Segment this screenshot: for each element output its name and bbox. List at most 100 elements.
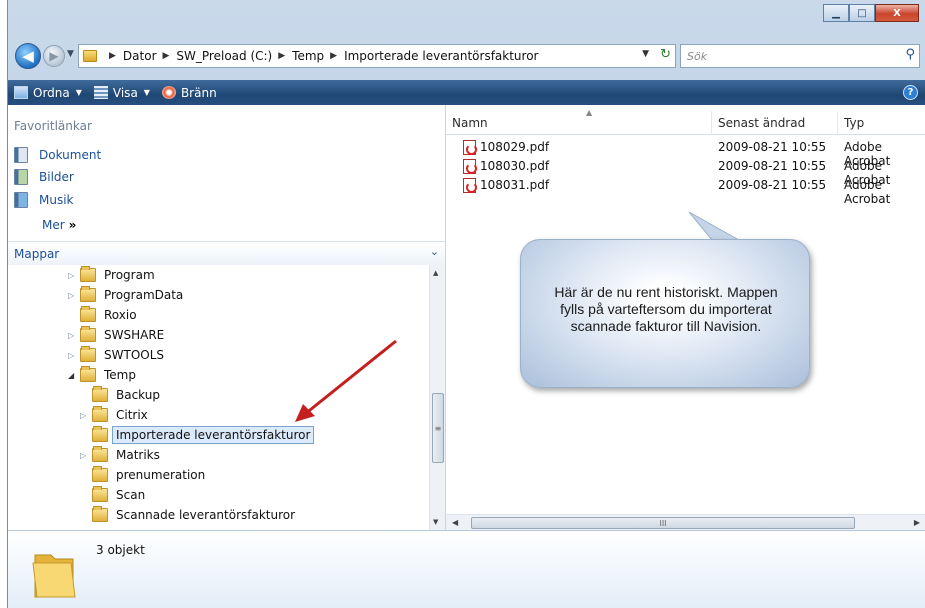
- double-chevron-icon: »: [68, 218, 77, 232]
- folder-tree-scrollbar[interactable]: ▲ ≡ ▼: [429, 265, 445, 530]
- pdf-icon: [463, 178, 477, 193]
- scroll-up-icon[interactable]: ▲: [433, 269, 438, 277]
- favorite-link-bilder[interactable]: Bilder: [14, 169, 74, 185]
- scrollbar-thumb[interactable]: III: [471, 517, 855, 529]
- favorites-header: Favoritlänkar: [14, 119, 92, 133]
- tree-item-label: Citrix: [116, 408, 148, 422]
- favorite-link-dokument[interactable]: Dokument: [14, 147, 101, 163]
- folder-icon: [80, 326, 96, 342]
- search-placeholder: Sök: [687, 49, 708, 63]
- history-dropdown[interactable]: ▼: [67, 49, 74, 59]
- forward-button[interactable]: ▶: [43, 45, 65, 67]
- expand-arrow-icon[interactable]: ▷: [68, 351, 80, 360]
- window-controls: ▁ □ X: [823, 4, 919, 22]
- folder-icon: [92, 386, 108, 402]
- favorite-label: Musik: [39, 193, 74, 207]
- scroll-left-icon[interactable]: ◀: [452, 518, 458, 527]
- file-type: Adobe Acrobat: [844, 178, 891, 206]
- favorite-link-musik[interactable]: Musik: [14, 192, 74, 208]
- music-icon: [14, 192, 28, 208]
- file-row[interactable]: 108029.pdf 2009-08-21 10:55 Adobe Acroba…: [446, 138, 925, 168]
- folder-icon: [32, 554, 76, 598]
- tree-item-label: SWTOOLS: [104, 348, 165, 362]
- tree-item-importerade[interactable]: Importerade leverantörsfakturor: [80, 425, 315, 445]
- column-headers: Namn ▲ Senast ändrad Typ: [446, 108, 925, 135]
- folder-icon: [92, 446, 108, 462]
- tree-item-swtools[interactable]: ▷ SWTOOLS: [68, 345, 164, 365]
- scrollbar-thumb[interactable]: ≡: [432, 393, 444, 463]
- expand-arrow-icon[interactable]: ▷: [80, 451, 92, 460]
- favorite-label: Bilder: [39, 170, 74, 184]
- expand-arrow-icon[interactable]: ▷: [68, 291, 80, 300]
- more-favorites-link[interactable]: Mer»: [42, 218, 76, 232]
- refresh-icon[interactable]: ↻: [660, 47, 671, 62]
- tree-item-label: Program: [104, 268, 155, 282]
- address-row: ◀ ▶ ▼ ▶ Dator ▶ SW_Preload (C:) ▶ Temp ▶…: [8, 36, 925, 72]
- tree-item-label: Roxio: [104, 308, 137, 322]
- minimize-button[interactable]: ▁: [823, 4, 849, 22]
- breadcrumb-separator[interactable]: ▶: [330, 51, 337, 61]
- tree-item-label: prenumeration: [116, 468, 206, 482]
- expand-arrow-icon[interactable]: ▷: [68, 271, 80, 280]
- tree-item-scan[interactable]: Scan: [80, 485, 145, 505]
- chevron-down-icon[interactable]: ⌄: [430, 245, 439, 258]
- address-bar[interactable]: ▶ Dator ▶ SW_Preload (C:) ▶ Temp ▶ Impor…: [78, 44, 676, 68]
- views-button[interactable]: Visa ▼: [93, 86, 150, 100]
- organize-label: Ordna: [33, 85, 70, 100]
- breadcrumb-separator[interactable]: ▶: [109, 51, 116, 61]
- scroll-right-icon[interactable]: ▶: [914, 518, 920, 527]
- breadcrumb-item-current[interactable]: Importerade leverantörsfakturor: [344, 49, 538, 63]
- close-button[interactable]: X: [875, 4, 919, 22]
- tree-item-programdata[interactable]: ▷ ProgramData: [68, 285, 183, 305]
- folder-icon: [92, 466, 108, 482]
- file-row[interactable]: 108031.pdf 2009-08-21 10:55 Adobe Acroba…: [446, 176, 925, 206]
- folder-icon: [92, 406, 108, 422]
- breadcrumb-item-temp[interactable]: Temp: [292, 49, 324, 63]
- tree-item-temp[interactable]: ◢ Temp: [68, 365, 136, 385]
- file-modified: 2009-08-21 10:55: [718, 178, 827, 192]
- tree-item-program[interactable]: ▷ Program: [68, 265, 155, 285]
- favorite-label: Dokument: [39, 148, 102, 162]
- breadcrumb-item-dator[interactable]: Dator: [123, 49, 157, 63]
- help-button[interactable]: ?: [903, 85, 918, 100]
- organize-icon: [14, 86, 28, 99]
- expand-arrow-icon[interactable]: ▷: [68, 331, 80, 340]
- tree-item-prenumeration[interactable]: prenumeration: [80, 465, 205, 485]
- burn-button[interactable]: Bränn: [161, 86, 217, 100]
- folder-open-icon: [80, 366, 96, 382]
- chevron-down-icon: ▼: [143, 88, 150, 97]
- tree-item-swshare[interactable]: ▷ SWSHARE: [68, 325, 164, 345]
- scroll-down-icon[interactable]: ▼: [433, 518, 438, 526]
- search-input[interactable]: Sök ⚲: [680, 44, 920, 68]
- burn-icon: [161, 86, 176, 99]
- tree-item-scannade[interactable]: Scannade leverantörsfakturor: [80, 505, 295, 525]
- breadcrumb-separator[interactable]: ▶: [163, 51, 170, 61]
- tree-item-citrix[interactable]: ▷ Citrix: [80, 405, 148, 425]
- search-icon[interactable]: ⚲: [905, 47, 915, 62]
- maximize-button[interactable]: □: [849, 4, 875, 22]
- column-header-type[interactable]: Typ: [838, 111, 925, 135]
- tree-item-roxio[interactable]: Roxio: [68, 305, 137, 325]
- tree-item-backup[interactable]: Backup: [80, 385, 160, 405]
- tree-item-label: SWSHARE: [104, 328, 165, 342]
- column-header-modified[interactable]: Senast ändrad: [712, 111, 838, 135]
- address-dropdown-button[interactable]: ▼: [642, 49, 649, 59]
- pdf-icon: [463, 140, 477, 155]
- back-button[interactable]: ◀: [15, 43, 41, 69]
- breadcrumb-item-drive[interactable]: SW_Preload (C:): [176, 49, 272, 63]
- command-toolbar: Ordna ▼ Visa ▼ Bränn ?: [8, 80, 925, 105]
- red-arrow-annotation: [295, 339, 397, 422]
- column-header-name[interactable]: Namn ▲: [446, 108, 712, 135]
- expand-arrow-icon[interactable]: ▷: [80, 411, 92, 420]
- file-list-scrollbar[interactable]: ◀ III ▶: [446, 514, 925, 530]
- organize-button[interactable]: Ordna ▼: [14, 86, 82, 100]
- tree-item-matriks[interactable]: ▷ Matriks: [80, 445, 160, 465]
- file-row[interactable]: 108030.pdf 2009-08-21 10:55 Adobe Acroba…: [446, 157, 925, 187]
- folders-header[interactable]: Mappar ⌄: [8, 241, 445, 265]
- column-header-label: Namn: [452, 116, 488, 130]
- sort-arrow-icon: ▲: [586, 108, 593, 117]
- breadcrumb-separator[interactable]: ▶: [278, 51, 285, 61]
- navigation-pane: Favoritlänkar Dokument Bilder Musik Mer»…: [8, 105, 446, 530]
- collapse-arrow-icon[interactable]: ◢: [68, 371, 80, 380]
- more-label: Mer: [42, 218, 65, 232]
